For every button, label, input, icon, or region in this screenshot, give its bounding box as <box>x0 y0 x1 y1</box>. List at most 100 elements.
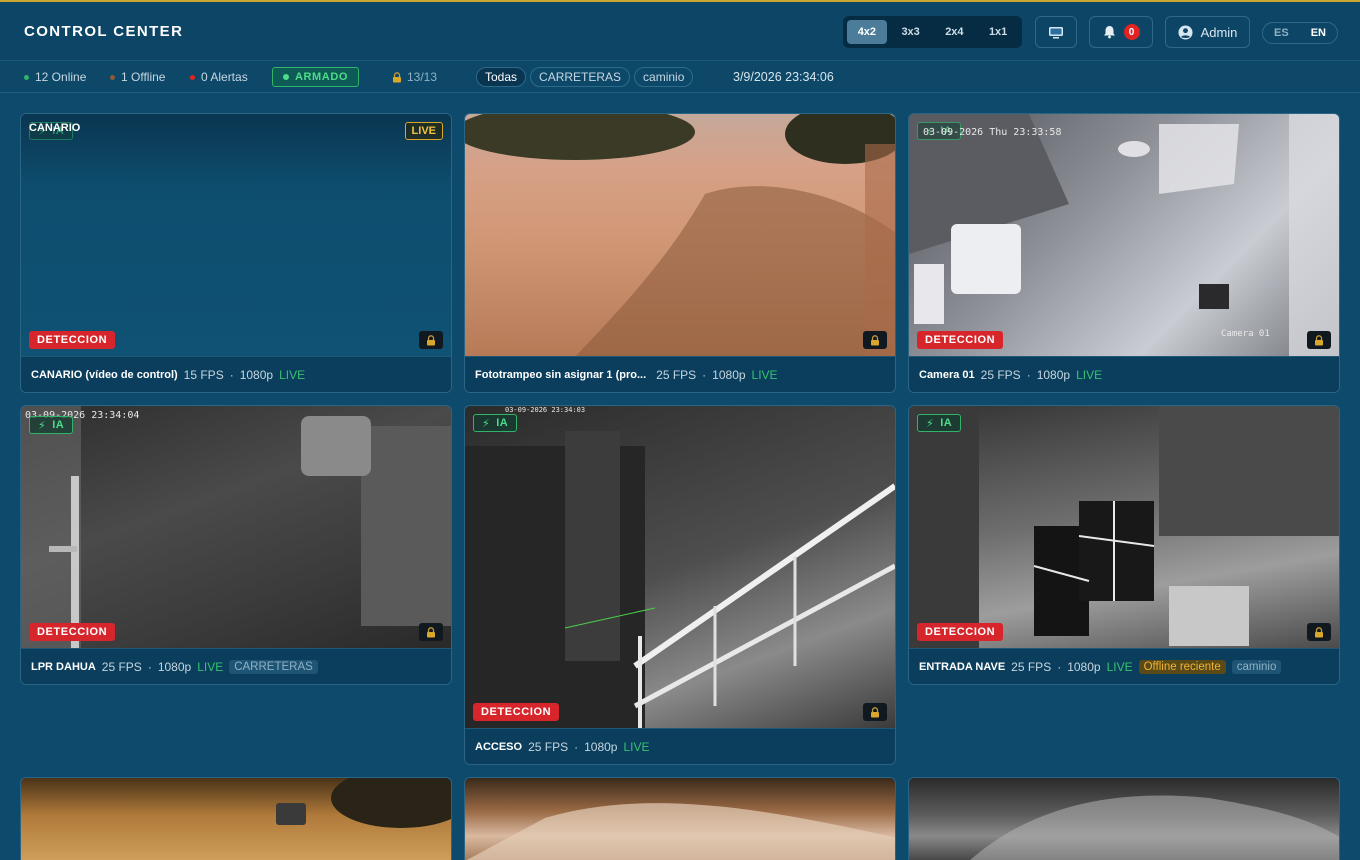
lock-toggle[interactable] <box>863 703 887 721</box>
lock-icon <box>393 71 401 82</box>
camera-fps: 15 FPS <box>183 367 224 382</box>
camera-live-status: LIVE <box>197 659 224 674</box>
camera-name: ENTRADA NAVE <box>919 660 1006 673</box>
camera-card-fototrampeo[interactable]: Fototrampeo sin asignar 1 (pro... 25 FPS… <box>464 113 896 393</box>
camera-feed[interactable] <box>465 778 895 860</box>
camera-live-status: LIVE <box>1106 659 1133 674</box>
locked-cameras-count: 13/13 <box>392 70 437 84</box>
current-datetime: 3/9/2026 23:34:06 <box>733 70 834 84</box>
user-name: Admin <box>1200 24 1238 40</box>
camera-feed[interactable] <box>909 778 1339 860</box>
camera-feed[interactable]: ⚡ IA 03-09-2026 Thu 23:33:58 Camera 01 DE… <box>909 114 1339 357</box>
language-en-button[interactable]: EN <box>1311 27 1326 39</box>
camera-card-lpr-dahua[interactable]: 03-09-2026 23:34:04 ⚡ IA DETECCION LPR DA… <box>20 405 452 685</box>
feed-timestamp: 03-09-2026 23:34:03 <box>505 406 586 414</box>
filter-chips: Todas CARRETERAS caminio <box>476 67 694 87</box>
separator: · <box>574 739 579 754</box>
online-dot-icon <box>24 74 29 80</box>
camera-feed[interactable]: 03-09-2026 23:34:03 ⚡ IA DETECCION <box>465 406 895 729</box>
layout-2x4-button[interactable]: 2x4 <box>935 20 975 44</box>
camera-info-bar: ACCESO 25 FPS · 1080p LIVE <box>465 728 895 764</box>
ia-badge: ⚡ IA <box>917 414 962 432</box>
app-title: CONTROL CENTER <box>24 23 184 40</box>
layout-1x1-button[interactable]: 1x1 <box>978 20 1018 44</box>
camera-card-canario[interactable]: ⚡ IA CANARIO LIVE DETECCION CANARIO (víde… <box>20 113 452 393</box>
separator: · <box>229 367 234 382</box>
layout-4x2-button[interactable]: 4x2 <box>847 20 887 44</box>
feed-timestamp: 03-09-2026 Thu 23:33:58 <box>923 127 1062 138</box>
armed-status-button[interactable]: ARMADO <box>272 67 359 87</box>
bell-icon <box>1103 26 1115 39</box>
lightning-icon: ⚡ <box>38 419 47 432</box>
filter-todas[interactable]: Todas <box>476 67 527 87</box>
offline-recent-tag: Offline reciente <box>1138 659 1226 674</box>
detection-badge: DETECCION <box>917 331 1004 349</box>
detection-badge: DETECCION <box>29 331 116 349</box>
camera-feed[interactable]: ⚡ IA DETECCION <box>909 406 1339 649</box>
live-badge: LIVE <box>404 122 443 140</box>
camera-card-camera-01[interactable]: ⚡ IA 03-09-2026 Thu 23:33:58 Camera 01 DE… <box>908 113 1340 393</box>
lock-icon <box>1315 626 1323 637</box>
tv-mode-button[interactable] <box>1035 16 1077 48</box>
notifications-button[interactable]: 0 <box>1089 16 1153 48</box>
status-bar: 12 Online 1 Offline 0 Alertas ARMADO 13/… <box>0 61 1360 93</box>
camera-group-tag: caminio <box>1231 659 1282 674</box>
top-header: CONTROL CENTER 4x2 3x3 2x4 1x1 0 Admin E… <box>0 0 1360 61</box>
camera-card-entrada-nave[interactable]: ⚡ IA DETECCION ENTRADA NAVE 25 FPS · 1080p… <box>908 405 1340 685</box>
camera-info-bar: LPR DAHUA 25 FPS · 1080p LIVE CARRETERAS <box>21 648 451 684</box>
camera-live-status: LIVE <box>279 367 306 382</box>
lock-icon <box>871 706 879 717</box>
locked-count-label: 13/13 <box>407 70 438 84</box>
lock-icon <box>871 334 879 345</box>
lock-toggle[interactable] <box>863 331 887 349</box>
camera-feed[interactable] <box>21 778 451 860</box>
detection-badge: DETECCION <box>473 703 560 721</box>
separator: · <box>1057 659 1062 674</box>
filter-caminio[interactable]: caminio <box>634 67 694 87</box>
camera-card-row3-1[interactable] <box>20 777 452 860</box>
lightning-icon: ⚡ <box>482 417 491 430</box>
camera-name: CANARIO (vídeo de control) <box>31 368 178 381</box>
language-switcher: ES EN <box>1262 22 1338 44</box>
offline-dot-icon <box>110 74 115 80</box>
camera-info-bar: ENTRADA NAVE 25 FPS · 1080p LIVE Offline … <box>909 648 1339 684</box>
camera-live-status: LIVE <box>751 367 778 382</box>
camera-resolution: 1080p <box>712 367 746 382</box>
lightning-icon: ⚡ <box>926 417 935 430</box>
feed-scenery <box>276 778 451 828</box>
camera-fps: 25 FPS <box>1011 659 1052 674</box>
camera-feed[interactable]: 03-09-2026 23:34:04 ⚡ IA DETECCION <box>21 406 451 649</box>
camera-card-row3-2[interactable] <box>464 777 896 860</box>
feed-scenery <box>465 114 895 357</box>
lock-icon <box>427 334 435 345</box>
camera-fps: 25 FPS <box>101 659 142 674</box>
lock-toggle[interactable] <box>1307 331 1331 349</box>
feed-scenery <box>21 406 451 649</box>
ia-badge: ⚡ IA <box>29 416 74 434</box>
armed-status-label: ARMADO <box>294 71 349 83</box>
feed-scenery <box>909 114 1339 357</box>
camera-fps: 25 FPS <box>528 739 569 754</box>
armed-dot-icon <box>282 74 289 80</box>
camera-feed[interactable] <box>465 114 895 357</box>
camera-resolution: 1080p <box>1067 659 1101 674</box>
offline-count-label: 1 Offline <box>121 70 166 84</box>
camera-fps: 25 FPS <box>656 367 697 382</box>
user-menu-button[interactable]: Admin <box>1165 16 1250 48</box>
camera-card-row3-3[interactable] <box>908 777 1340 860</box>
offline-count: 1 Offline <box>110 70 165 84</box>
feed-overlay-title: CANARIO <box>29 122 81 134</box>
lock-toggle[interactable] <box>1307 623 1331 641</box>
notification-count-badge: 0 <box>1123 24 1140 40</box>
layout-3x3-button[interactable]: 3x3 <box>891 20 931 44</box>
camera-resolution: 1080p <box>1036 367 1071 382</box>
filter-carreteras[interactable]: CARRETERAS <box>530 67 631 87</box>
camera-feed[interactable]: ⚡ IA CANARIO LIVE DETECCION <box>21 114 451 357</box>
tv-icon <box>1049 27 1063 39</box>
camera-info-bar: Camera 01 25 FPS · 1080p LIVE <box>909 356 1339 392</box>
lock-toggle[interactable] <box>419 623 443 641</box>
camera-card-acceso[interactable]: 03-09-2026 23:34:03 ⚡ IA DETECCION ACCESO… <box>464 405 896 765</box>
language-es-button[interactable]: ES <box>1274 27 1289 39</box>
feed-scenery <box>909 406 1339 649</box>
lock-toggle[interactable] <box>419 331 443 349</box>
